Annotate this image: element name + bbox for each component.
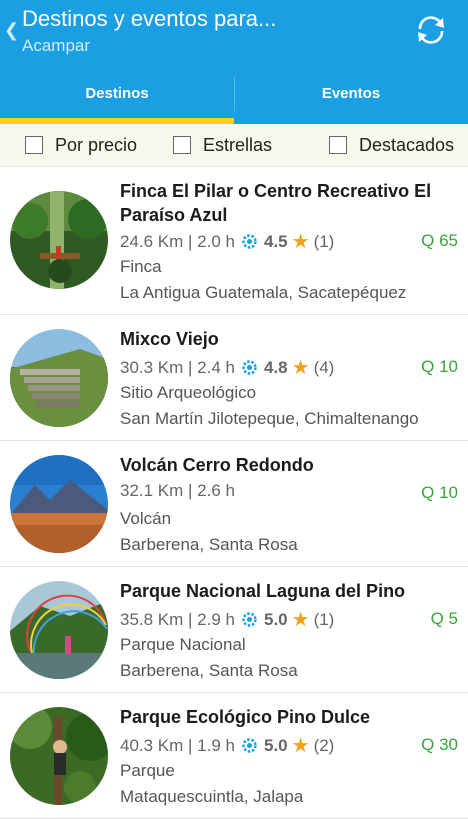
star-icon: ★ xyxy=(291,231,310,253)
list-item[interactable]: Parque Ecológico Pino Dulce 40.3 Km | 1.… xyxy=(0,693,468,819)
destination-type: Parque xyxy=(120,761,175,780)
destination-meta: 40.3 Km | 1.9 h 5.0 ★ (2) xyxy=(120,733,334,758)
rating-value: 4.5 xyxy=(263,231,288,251)
price: Q 10 xyxy=(421,483,458,502)
gear-icon xyxy=(242,738,257,753)
destination-name: Volcán Cerro Redondo xyxy=(120,455,314,475)
destination-type: Finca xyxy=(120,257,162,276)
star-icon: ★ xyxy=(291,357,310,379)
list-item[interactable]: Mixco Viejo 30.3 Km | 2.4 h 4.8 ★ (4) Q … xyxy=(0,315,468,441)
star-icon: ★ xyxy=(291,735,310,757)
review-count: (1) xyxy=(313,609,335,629)
page-subtitle: Acampar xyxy=(22,36,91,55)
tab-bar: Destinos Eventos xyxy=(0,62,468,124)
gear-icon xyxy=(242,612,257,627)
distance-time: 30.3 Km | 2.4 h xyxy=(120,357,235,377)
destination-location: Barberena, Santa Rosa xyxy=(120,535,298,554)
filter-label: Por precio xyxy=(55,134,138,155)
distance-time: 40.3 Km | 1.9 h xyxy=(120,735,235,755)
destination-type: Sitio Arqueológico xyxy=(120,383,257,402)
refresh-icon[interactable] xyxy=(414,13,448,47)
price: Q 30 xyxy=(421,735,458,754)
review-count: (1) xyxy=(313,231,335,251)
app-bar: ❮ Destinos y eventos para... Acampar xyxy=(0,0,468,62)
rating-value: 5.0 xyxy=(263,735,288,755)
price: Q 5 xyxy=(430,609,458,628)
page-title: Destinos y eventos para... xyxy=(22,6,277,31)
filter-bar: Por precio Estrellas Destacados xyxy=(0,124,468,167)
filter-label: Destacados xyxy=(359,134,455,155)
star-icon: ★ xyxy=(291,609,310,631)
filter-estrellas[interactable]: Estrellas xyxy=(173,124,272,166)
review-count: (4) xyxy=(313,357,335,377)
destination-name: Parque Ecológico Pino Dulce xyxy=(120,707,371,727)
tab-eventos[interactable]: Eventos xyxy=(234,62,468,124)
list-item[interactable]: Parque Nacional Laguna del Pino 35.8 Km … xyxy=(0,567,468,693)
destination-photo xyxy=(10,455,108,553)
filter-por-precio[interactable]: Por precio xyxy=(25,124,137,166)
destination-photo xyxy=(10,329,108,427)
price: Q 10 xyxy=(421,357,458,376)
destination-photo xyxy=(10,581,108,679)
back-chevron-icon[interactable]: ❮ xyxy=(4,20,19,41)
filter-label: Estrellas xyxy=(203,134,273,155)
destination-meta: 35.8 Km | 2.9 h 5.0 ★ (1) xyxy=(120,607,334,632)
tab-destinos[interactable]: Destinos xyxy=(0,62,234,124)
destination-name: Mixco Viejo xyxy=(120,329,219,349)
destination-meta: 24.6 Km | 2.0 h 4.5 ★ (1) xyxy=(120,229,334,254)
filter-destacados[interactable]: Destacados xyxy=(329,124,454,166)
destination-type: Parque Nacional xyxy=(120,635,246,654)
destination-type: Volcán xyxy=(120,509,172,528)
rating-value: 5.0 xyxy=(263,609,288,629)
checkbox-por-precio[interactable] xyxy=(25,136,43,154)
gear-icon xyxy=(242,234,257,249)
distance-time: 35.8 Km | 2.9 h xyxy=(120,609,235,629)
destination-location: Mataquescuintla, Jalapa xyxy=(120,787,304,806)
destination-photo xyxy=(10,191,108,289)
rating-value: 4.8 xyxy=(263,357,288,377)
destination-photo xyxy=(10,707,108,805)
destination-name: Parque Nacional Laguna del Pino xyxy=(120,581,406,601)
destinations-list: Finca El Pilar o Centro Recreativo El Pa… xyxy=(0,167,468,819)
checkbox-estrellas[interactable] xyxy=(173,136,191,154)
checkbox-destacados[interactable] xyxy=(329,136,347,154)
destination-name: Finca El Pilar o Centro Recreativo El Pa… xyxy=(120,181,432,225)
destination-meta: 30.3 Km | 2.4 h 4.8 ★ (4) xyxy=(120,355,334,380)
distance-time: 24.6 Km | 2.0 h xyxy=(120,231,235,251)
review-count: (2) xyxy=(313,735,335,755)
destination-meta: 32.1 Km | 2.6 h xyxy=(120,481,235,501)
destination-location: San Martín Jilotepeque, Chimaltenango xyxy=(120,409,419,428)
list-item[interactable]: Volcán Cerro Redondo 32.1 Km | 2.6 h Q 1… xyxy=(0,441,468,567)
gear-icon xyxy=(242,360,257,375)
distance-time: 32.1 Km | 2.6 h xyxy=(120,481,235,500)
destination-location: La Antigua Guatemala, Sacatepéquez xyxy=(120,283,407,302)
list-item[interactable]: Finca El Pilar o Centro Recreativo El Pa… xyxy=(0,167,468,315)
destination-location: Barberena, Santa Rosa xyxy=(120,661,298,680)
price: Q 65 xyxy=(421,231,458,250)
